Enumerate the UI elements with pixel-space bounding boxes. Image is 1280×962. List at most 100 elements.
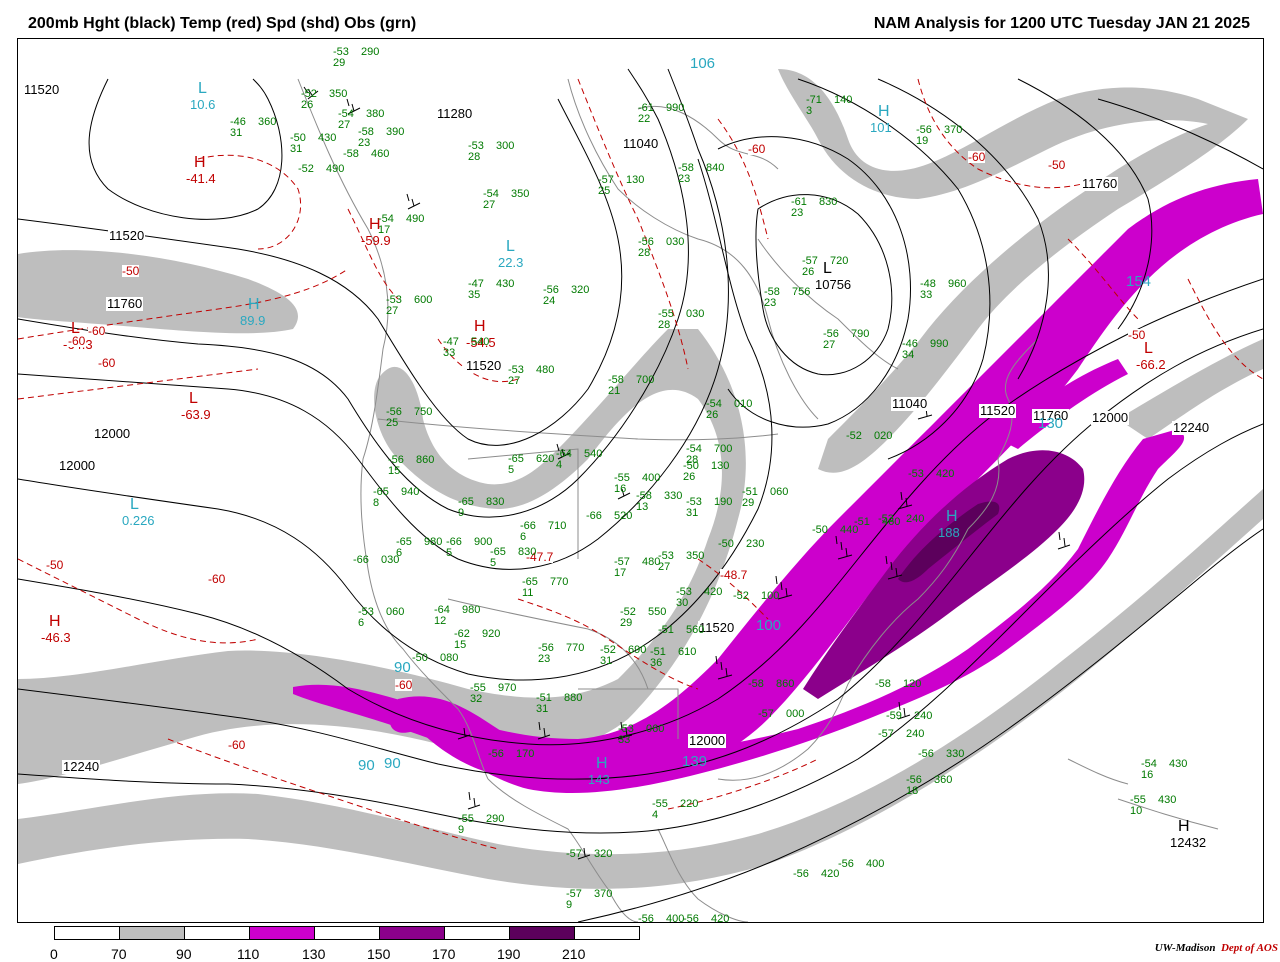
station-dewpoint-depression: 25 bbox=[598, 185, 611, 197]
station-height: 770 bbox=[550, 576, 569, 588]
temperature-contour-label: -60 bbox=[748, 142, 766, 156]
station-dewpoint-depression: 27 bbox=[508, 375, 521, 387]
station-height: 400 bbox=[666, 913, 685, 923]
height-contour-label: 11520 bbox=[979, 403, 1017, 418]
station-dewpoint-depression: 23 bbox=[538, 653, 551, 665]
station-height: 690 bbox=[628, 644, 647, 656]
station-height: 170 bbox=[516, 748, 535, 760]
station-dewpoint-depression: 23 bbox=[791, 207, 804, 219]
station-height: 750 bbox=[414, 406, 433, 418]
station-height: 720 bbox=[830, 255, 849, 267]
station-temperature: -56 bbox=[488, 748, 504, 760]
station-dewpoint-depression: 21 bbox=[608, 385, 621, 397]
center-letter-c7: L bbox=[189, 390, 198, 407]
temperature-contour-label: -60 bbox=[68, 334, 86, 348]
height-contour-label: 12240 bbox=[62, 759, 101, 774]
height-contour-label: 11760 bbox=[106, 296, 144, 311]
station-height: 430 bbox=[318, 132, 337, 144]
station-height: 460 bbox=[371, 148, 390, 160]
station-height: 480 bbox=[536, 364, 555, 376]
center-letter-c1: L bbox=[198, 80, 207, 97]
station-height: 230 bbox=[746, 538, 765, 550]
station-height: 430 bbox=[496, 278, 515, 290]
center-letter-c13: H bbox=[946, 508, 958, 525]
station-temperature: -57 bbox=[758, 708, 774, 720]
station-dewpoint-depression: 31 bbox=[230, 127, 243, 139]
station-dewpoint-depression: 19 bbox=[916, 135, 929, 147]
center-value-c16: -66.2 bbox=[1136, 357, 1166, 372]
station-temperature: -58 bbox=[343, 148, 359, 160]
station-height: 830 bbox=[819, 196, 838, 208]
center-letter-c9: H bbox=[49, 613, 61, 630]
station-temperature: -50 bbox=[412, 652, 428, 664]
station-temperature: -56 bbox=[638, 913, 654, 923]
legend-box-110-130 bbox=[249, 926, 315, 940]
station-height: 390 bbox=[386, 126, 405, 138]
station-dewpoint-depression: 3 bbox=[806, 105, 813, 117]
station-dewpoint-depression: 17 bbox=[378, 224, 391, 236]
station-height: 320 bbox=[594, 848, 613, 860]
legend-box-210-plus bbox=[574, 926, 640, 940]
station-dewpoint-depression: 23 bbox=[358, 137, 371, 149]
station-height: 420 bbox=[936, 468, 955, 480]
height-contour-label: 11760 bbox=[1081, 176, 1119, 191]
credit-dept: Dept of AOS bbox=[1220, 942, 1278, 954]
station-temperature: -56 bbox=[683, 913, 699, 923]
center-value-c12: 12432 bbox=[1170, 835, 1207, 850]
station-dewpoint-depression: 13 bbox=[636, 501, 649, 513]
station-height: 880 bbox=[564, 692, 583, 704]
station-height: 330 bbox=[946, 748, 965, 760]
station-dewpoint-depression: 6 bbox=[520, 531, 527, 543]
station-height: 240 bbox=[914, 710, 933, 722]
station-height: 400 bbox=[866, 858, 885, 870]
center-value-c14: 143 bbox=[588, 772, 610, 787]
station-height: 020 bbox=[874, 430, 893, 442]
station-dewpoint-depression: 26 bbox=[683, 471, 696, 483]
station-height: 140 bbox=[834, 94, 853, 106]
station-temperature: -50 bbox=[718, 538, 734, 550]
height-contour-label: 12000 bbox=[58, 458, 97, 473]
speed-legend bbox=[54, 926, 640, 942]
legend-box-0-70 bbox=[54, 926, 120, 940]
map-valid-time: NAM Analysis for 1200 UTC Tuesday JAN 21… bbox=[873, 15, 1250, 32]
station-height: 360 bbox=[258, 116, 277, 128]
temperature-contour-label: -50 bbox=[46, 558, 64, 572]
station-temperature: -56 bbox=[838, 858, 854, 870]
center-letter-c15: H bbox=[878, 103, 890, 120]
station-dewpoint-depression: 18 bbox=[906, 785, 919, 797]
speed-contour-label: 90 bbox=[394, 659, 411, 676]
speed-contour-label: 90 bbox=[358, 757, 375, 774]
station-dewpoint-depression: 9 bbox=[458, 507, 465, 519]
speed-contour-label: 106 bbox=[690, 55, 716, 72]
station-height: 130 bbox=[626, 174, 645, 186]
station-height: 860 bbox=[776, 678, 795, 690]
legend-box-170-190 bbox=[444, 926, 510, 940]
station-dewpoint-depression: 29 bbox=[742, 497, 755, 509]
station-temperature: -66 bbox=[353, 554, 369, 566]
station-height: 380 bbox=[366, 108, 385, 120]
station-dewpoint-depression: 35 bbox=[468, 289, 481, 301]
station-height: 320 bbox=[571, 284, 590, 296]
station-height: 980 bbox=[462, 604, 481, 616]
station-height: 370 bbox=[594, 888, 613, 900]
station-height: 990 bbox=[666, 102, 685, 114]
station-height: 540 bbox=[471, 336, 490, 348]
station-dewpoint-depression: 33 bbox=[920, 289, 933, 301]
station-height: 240 bbox=[906, 513, 925, 525]
station-dewpoint-depression: 33 bbox=[443, 347, 456, 359]
speed-contour-label: 154 bbox=[1126, 273, 1152, 290]
station-dewpoint-depression: 17 bbox=[614, 567, 627, 579]
station-dewpoint-depression: 5 bbox=[446, 547, 453, 559]
station-dewpoint-depression: 27 bbox=[386, 305, 399, 317]
station-dewpoint-depression: 32 bbox=[470, 693, 483, 705]
station-height: 130 bbox=[711, 460, 730, 472]
station-height: 970 bbox=[498, 682, 517, 694]
station-dewpoint-depression: 9 bbox=[458, 824, 465, 836]
station-height: 190 bbox=[714, 496, 733, 508]
center-value-c7: -63.9 bbox=[181, 407, 211, 422]
station-dewpoint-depression: 6 bbox=[358, 617, 365, 629]
station-height: 830 bbox=[518, 546, 537, 558]
temperature-contour-label: -60 bbox=[208, 572, 226, 586]
legend-box-150-170 bbox=[379, 926, 445, 940]
station-height: 770 bbox=[566, 642, 585, 654]
